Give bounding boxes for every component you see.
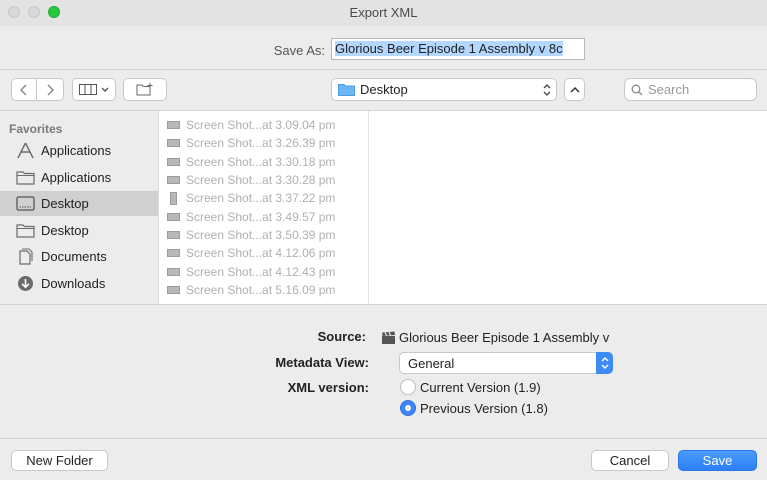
screenshot-thumbnail-icon (167, 268, 180, 276)
window-title: Export XML (349, 5, 418, 20)
chevron-left-icon (20, 83, 27, 96)
list-item[interactable]: Screen Shot...at 3.26.39 pm (159, 134, 368, 152)
location-dropdown[interactable]: Desktop (331, 78, 557, 101)
sidebar-item-documents[interactable]: Documents (0, 244, 158, 269)
screenshot-thumbnail-icon (167, 158, 180, 166)
screenshot-thumbnail-icon (167, 176, 180, 184)
screenshot-thumbnail-icon (167, 249, 180, 257)
sidebar-item-label: Desktop (41, 223, 89, 238)
xml-version-previous-radio[interactable]: Previous Version (1.8) (400, 400, 548, 416)
location-label: Desktop (360, 82, 408, 97)
applications-icon (17, 142, 34, 159)
new-folder-icon-button[interactable] (123, 78, 167, 101)
forward-button[interactable] (36, 78, 64, 101)
file-name: Screen Shot...at 5.16.09 pm (186, 283, 336, 297)
new-folder-button[interactable]: New Folder (11, 450, 108, 471)
list-item[interactable]: Screen Shot...at 3.30.28 pm (159, 171, 368, 189)
list-item[interactable]: Screen Shot...at 3.30.18 pm (159, 153, 368, 171)
sidebar-item-label: Documents (41, 249, 107, 264)
sidebar-item-label: Applications (41, 170, 112, 185)
sidebar-item-desktop-folder[interactable]: Desktop (0, 218, 158, 243)
file-name: Screen Shot...at 3.09.04 pm (186, 118, 336, 132)
sidebar-item-downloads[interactable]: Downloads (0, 271, 158, 296)
list-item[interactable]: Screen Shot...at 4.12.06 pm (159, 244, 368, 262)
chevron-right-icon (47, 83, 54, 96)
screenshot-thumbnail-icon (167, 286, 180, 294)
xml-version-label: XML version: (287, 380, 369, 395)
source-value: Glorious Beer Episode 1 Assembly v (381, 330, 617, 345)
sidebar-item-label: Applications (41, 143, 112, 158)
back-button[interactable] (11, 78, 37, 101)
sidebar-item-label: Downloads (41, 276, 106, 291)
save-as-input[interactable]: Glorious Beer Episode 1 Assembly v 8c (331, 38, 585, 60)
title-bar: Export XML (0, 0, 767, 26)
sidebar-item-label: Desktop (41, 196, 89, 211)
screenshot-thumbnail-icon (167, 213, 180, 221)
file-name: Screen Shot...at 4.12.06 pm (186, 246, 336, 260)
file-name: Screen Shot...at 4.12.43 pm (186, 265, 336, 279)
search-input[interactable]: Search (624, 78, 757, 101)
desktop-icon (16, 196, 35, 211)
screenshot-thumbnail-icon (167, 139, 180, 147)
folder-icon (338, 84, 355, 96)
list-item[interactable]: Screen Shot...at 4.12.43 pm (159, 263, 368, 281)
file-name: Screen Shot...at 3.30.18 pm (186, 155, 336, 169)
sidebar-heading: Favorites (9, 122, 63, 136)
save-as-label: Save As: (273, 43, 325, 58)
columns-view-icon (79, 84, 97, 95)
file-name: Screen Shot...at 3.49.57 pm (186, 210, 336, 224)
downloads-icon (18, 276, 33, 291)
list-item[interactable]: Screen Shot...at 3.50.39 pm (159, 226, 368, 244)
file-name: Screen Shot...at 3.30.28 pm (186, 173, 336, 187)
save-as-row: Save As: Glorious Beer Episode 1 Assembl… (0, 26, 767, 70)
screenshot-thumbnail-icon (167, 231, 180, 239)
sidebar-item-applications-folder[interactable]: Applications (0, 165, 158, 190)
list-item[interactable]: Screen Shot...at 3.37.22 pm (159, 189, 368, 207)
screenshot-thumbnail-icon (167, 121, 180, 129)
metadata-view-label: Metadata View: (275, 355, 369, 370)
chevron-up-icon (569, 86, 580, 93)
file-name: Screen Shot...at 3.26.39 pm (186, 136, 336, 150)
sidebar: Favorites Applications Applications Desk… (0, 111, 158, 304)
sidebar-item-desktop[interactable]: Desktop (0, 191, 158, 216)
file-name: Screen Shot...at 3.50.39 pm (186, 228, 336, 242)
export-options: Source: Glorious Beer Episode 1 Assembly… (0, 304, 767, 438)
metadata-view-select[interactable]: General (399, 352, 613, 374)
new-folder-icon (136, 83, 153, 96)
clapperboard-icon (382, 331, 395, 344)
file-name: Screen Shot...at 3.37.22 pm (186, 191, 336, 205)
sidebar-item-applications[interactable]: Applications (0, 138, 158, 163)
radio-label: Current Version (1.9) (420, 379, 541, 395)
screenshot-thumbnail-icon (170, 191, 177, 205)
folder-icon (16, 171, 35, 185)
source-name: Glorious Beer Episode 1 Assembly v (399, 330, 610, 345)
documents-icon (19, 248, 33, 265)
save-as-value: Glorious Beer Episode 1 Assembly v 8c (335, 41, 563, 56)
source-label: Source: (317, 329, 366, 344)
browser-toolbar: Desktop Search (0, 70, 767, 111)
radio-button-selected[interactable] (400, 400, 416, 416)
dialog-footer: New Folder Cancel Save (0, 438, 767, 480)
radio-label: Previous Version (1.8) (420, 400, 548, 416)
list-item[interactable]: Screen Shot...at 3.09.04 pm (159, 116, 368, 134)
folder-icon (16, 224, 35, 238)
file-column: Screen Shot...at 3.09.04 pm Screen Shot.… (159, 111, 369, 304)
metadata-view-value: General (408, 355, 455, 371)
up-down-arrows-icon (543, 84, 551, 96)
chevron-down-icon (101, 87, 109, 92)
up-down-arrows-icon (596, 352, 613, 374)
list-item[interactable]: Screen Shot...at 5.16.09 pm (159, 281, 368, 299)
xml-version-current-radio[interactable]: Current Version (1.9) (400, 379, 541, 395)
cancel-button[interactable]: Cancel (591, 450, 669, 471)
search-placeholder: Search (648, 82, 690, 97)
radio-button[interactable] (400, 379, 416, 395)
view-mode-button[interactable] (72, 78, 116, 101)
file-browser: Screen Shot...at 3.09.04 pm Screen Shot.… (158, 111, 767, 304)
list-item[interactable]: Screen Shot...at 3.49.57 pm (159, 208, 368, 226)
search-icon (631, 84, 643, 95)
collapse-expand-button[interactable] (564, 78, 585, 101)
save-button[interactable]: Save (678, 450, 757, 471)
